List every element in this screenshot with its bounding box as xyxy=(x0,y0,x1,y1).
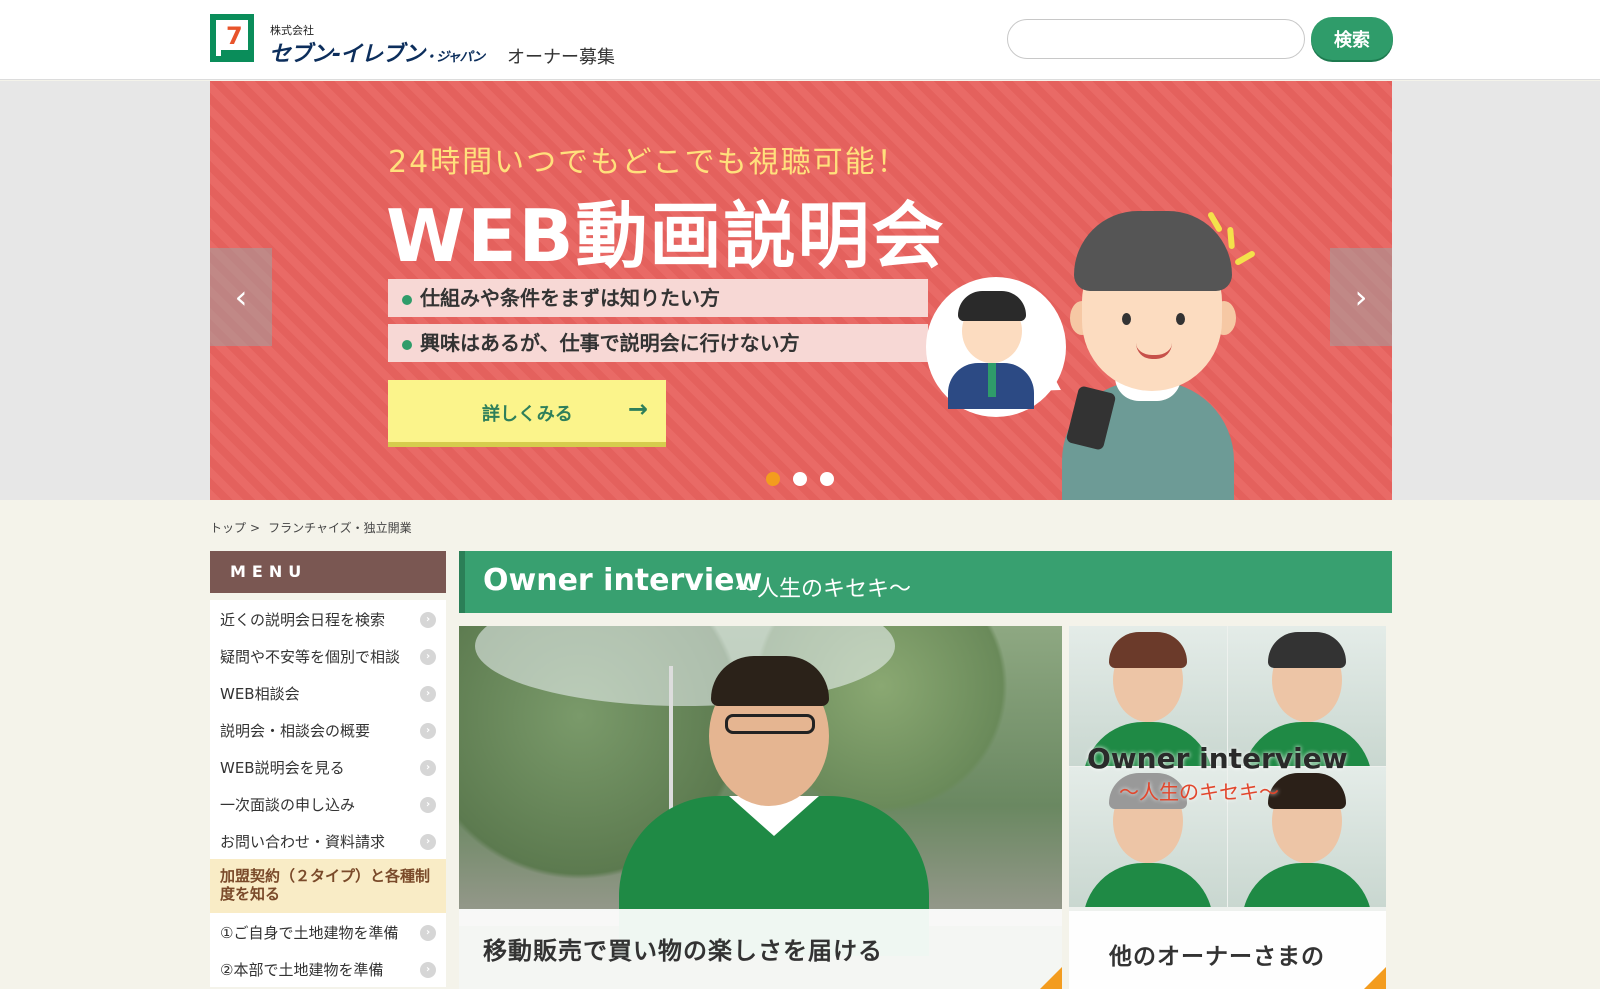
site-subtitle: オーナー募集 xyxy=(507,47,615,68)
man-hair xyxy=(1074,211,1232,291)
chevron-right-icon: › xyxy=(420,925,436,941)
menu-item-hq-land[interactable]: ②本部で土地建物を準備 › xyxy=(210,950,446,987)
breadcrumb: トップ > フランチャイズ・独立開業 xyxy=(210,519,412,536)
carousel-dots xyxy=(766,471,847,490)
logo-company-name[interactable]: セブン-イレブン・ジャパン xyxy=(269,36,485,68)
bullet-dot-icon xyxy=(402,339,412,350)
breadcrumb-separator: > xyxy=(250,521,261,535)
sparkle-icon xyxy=(1233,249,1257,267)
bullet-dot-icon xyxy=(402,294,412,305)
menu-item-web-seminar[interactable]: WEB説明会を見る › xyxy=(210,748,446,785)
hero-point: 仕組みや条件をまずは知りたい方 xyxy=(388,279,928,317)
menu-item-label: お問い合わせ・資料請求 xyxy=(220,833,386,851)
hero-slide[interactable]: 24時間いつでもどこでも視聴可能！ WEB動画説明会 仕組みや条件をまずは知りた… xyxy=(210,81,1392,500)
businessman-hair xyxy=(958,291,1026,321)
logo-company-name-suffix: ・ジャパン xyxy=(424,50,485,65)
breadcrumb-current: フランチャイズ・独立開業 xyxy=(268,521,412,535)
chevron-right-icon: › xyxy=(420,797,436,813)
feature-caption: 移動販売で買い物の楽しさを届ける xyxy=(483,937,883,965)
arrow-right-icon: → xyxy=(627,395,648,423)
menu-item-label: 一次面談の申し込み xyxy=(220,796,356,814)
chevron-right-icon: › xyxy=(420,649,436,665)
menu-item-label: WEB相談会 xyxy=(220,685,300,703)
man-eye xyxy=(1176,313,1185,325)
side-caption: 他のオーナーさまの xyxy=(1109,944,1325,970)
search-input[interactable] xyxy=(1007,19,1305,59)
chevron-right-icon: › xyxy=(420,686,436,702)
hero-details-label: 詳しくみる xyxy=(482,404,573,425)
chevron-right-icon: › xyxy=(420,760,436,776)
hero-point: 興味はあるが、仕事で説明会に行けない方 xyxy=(388,324,928,362)
chevron-right-icon: › xyxy=(420,962,436,978)
menu-item-label: WEB説明会を見る xyxy=(220,759,345,777)
hero-point-text: 興味はあるが、仕事で説明会に行けない方 xyxy=(420,331,800,355)
menu-section-contract-types[interactable]: 加盟契約（２タイプ）と各種制度を知る xyxy=(210,859,446,913)
feature-caption-box: 移動販売で買い物の楽しさを届ける xyxy=(459,909,1062,989)
hero-details-button[interactable]: 詳しくみる → xyxy=(388,380,666,442)
carousel-dot[interactable] xyxy=(766,472,780,486)
carousel-next-button[interactable]: › xyxy=(1330,248,1392,346)
site-header: 7 株式会社 セブン-イレブン・ジャパン オーナー募集 検索 xyxy=(0,0,1600,80)
breadcrumb-home-link[interactable]: トップ xyxy=(210,521,246,535)
corner-arrow-icon xyxy=(1040,967,1062,989)
owner-photo-glasses xyxy=(725,714,815,734)
menu-item-label: ①ご自身で土地建物を準備 xyxy=(220,924,399,942)
hero-carousel: 24時間いつでもどこでも視聴可能！ WEB動画説明会 仕組みや条件をまずは知りた… xyxy=(0,81,1600,500)
menu-item-label: 説明会・相談会の概要 xyxy=(220,722,371,740)
menu-item-label: 疑問や不安等を個別で相談 xyxy=(220,648,401,666)
hero-title: WEB動画説明会 xyxy=(386,194,946,278)
menu-item-seminar-search[interactable]: 近くの説明会日程を検索 › xyxy=(210,600,446,637)
search-button[interactable]: 検索 xyxy=(1311,17,1393,60)
menu-item-interview-apply[interactable]: 一次面談の申し込み › xyxy=(210,785,446,822)
menu-item-web-consult[interactable]: WEB相談会 › xyxy=(210,674,446,711)
owner-interview-heading: Owner interview ～人生のキセキ～ xyxy=(459,551,1392,613)
chevron-right-icon: › xyxy=(420,834,436,850)
carousel-dot[interactable] xyxy=(820,472,834,486)
tie-illustration xyxy=(988,363,996,397)
carousel-prev-button[interactable]: ‹ xyxy=(210,248,272,346)
side-card-subtitle: ～人生のキセキ～ xyxy=(1119,780,1279,804)
carousel-dot[interactable] xyxy=(793,472,807,486)
chevron-right-icon: › xyxy=(420,612,436,628)
owner-photo-hair xyxy=(711,656,829,706)
hero-point-text: 仕組みや条件をまずは知りたい方 xyxy=(420,286,720,310)
corner-arrow-icon xyxy=(1364,967,1386,989)
sparkle-icon xyxy=(1227,226,1235,250)
menu-item-label: 近くの説明会日程を検索 xyxy=(220,611,386,629)
menu-item-individual-consult[interactable]: 疑問や不安等を個別で相談 › xyxy=(210,637,446,674)
seven-eleven-logo-icon[interactable]: 7 xyxy=(210,14,254,62)
side-card-title: Owner interview xyxy=(1087,742,1348,775)
menu-item-seminar-overview[interactable]: 説明会・相談会の概要 › xyxy=(210,711,446,748)
chevron-right-icon: › xyxy=(420,723,436,739)
logo-company-name-main: セブン-イレブン xyxy=(269,42,425,67)
menu-heading: MENU xyxy=(210,551,446,593)
menu-item-label: ②本部で土地建物を準備 xyxy=(220,961,384,979)
other-owners-card[interactable]: Owner interview ～人生のキセキ～ 他のオーナーさまの xyxy=(1069,626,1386,989)
sidebar-menu: 近くの説明会日程を検索 › 疑問や不安等を個別で相談 › WEB相談会 › 説明会・相… xyxy=(210,600,446,987)
menu-item-own-land[interactable]: ①ご自身で土地建物を準備 › xyxy=(210,913,446,950)
menu-item-contact[interactable]: お問い合わせ・資料請求 › xyxy=(210,822,446,859)
man-eye xyxy=(1122,313,1131,325)
feature-interview-card[interactable]: 移動販売で買い物の楽しさを届ける xyxy=(459,626,1062,989)
side-caption-box: 他のオーナーさまの xyxy=(1069,911,1386,989)
hero-tagline: 24時間いつでもどこでも視聴可能！ xyxy=(388,145,909,180)
section-subtitle: ～人生のキセキ～ xyxy=(735,577,912,602)
section-title: Owner interview xyxy=(483,563,763,598)
